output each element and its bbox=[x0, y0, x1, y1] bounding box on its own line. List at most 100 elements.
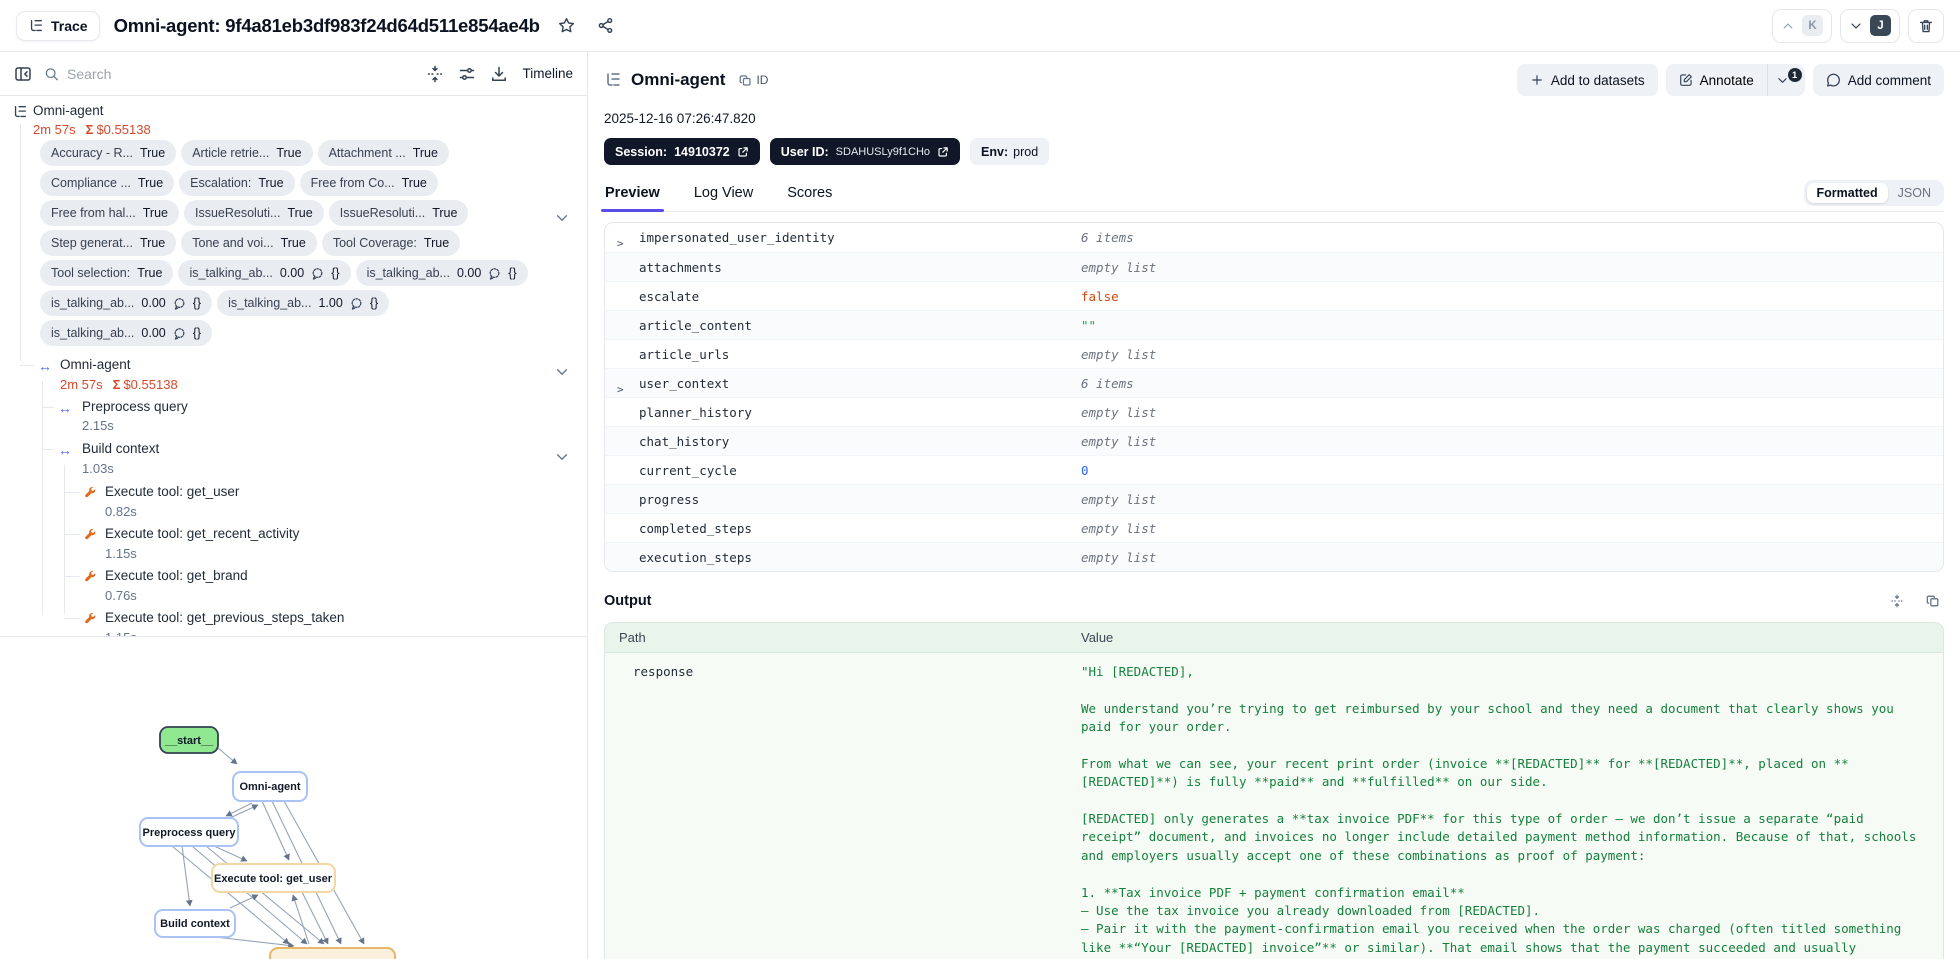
score-badge[interactable]: is_talking_ab... 0.00 {} bbox=[40, 320, 213, 346]
score-badge[interactable]: is_talking_ab... 0.00 {} bbox=[178, 260, 351, 286]
score-badge[interactable]: Step generat... True bbox=[40, 230, 177, 256]
search-box bbox=[44, 65, 415, 82]
span-preprocess-query[interactable]: Preprocess query bbox=[82, 399, 188, 414]
score-badge[interactable]: Escalation: True bbox=[179, 170, 295, 196]
score-badge[interactable]: Free from hal... True bbox=[40, 200, 179, 226]
input-preview-table: > impersonated_user_identity 6 items atta… bbox=[604, 222, 1944, 572]
trace-title: Omni-agent: 9f4a81eb3df983f24d64d511e854… bbox=[113, 14, 540, 36]
expand-output-button[interactable] bbox=[1886, 590, 1908, 612]
chevron-down-icon bbox=[1851, 22, 1861, 29]
score-badge[interactable]: Tool selection: True bbox=[40, 260, 174, 286]
span-duration: 0.82s bbox=[105, 504, 137, 519]
expand-row-chevron[interactable]: > bbox=[617, 237, 624, 250]
annotate-pencil-icon bbox=[1679, 74, 1692, 86]
prev-trace-button[interactable]: K bbox=[1772, 8, 1832, 43]
output-value: "Hi [REDACTED], We understand you’re try… bbox=[1081, 664, 1917, 959]
score-badge[interactable]: is_talking_ab... 1.00 {} bbox=[217, 290, 390, 316]
tree-guide bbox=[64, 465, 65, 614]
annotate-button[interactable]: Annotate bbox=[1666, 64, 1767, 96]
collapse-span-chevron[interactable] bbox=[552, 362, 572, 382]
annotate-count-badge: 1 bbox=[1787, 68, 1802, 82]
graph-node-label: Execute tool: get_user bbox=[214, 873, 333, 885]
comment-bubble-icon bbox=[1826, 73, 1840, 87]
search-icon bbox=[45, 67, 58, 80]
tree-guide bbox=[64, 576, 80, 577]
graph-node-omni-agent[interactable]: Omni-agent bbox=[232, 771, 308, 802]
score-badge[interactable]: Free from Co... True bbox=[299, 170, 438, 196]
collapse-sidebar-button[interactable] bbox=[12, 63, 34, 85]
output-col-path: Path bbox=[619, 630, 646, 645]
table-row: completed_steps empty list bbox=[605, 513, 1943, 542]
external-link-icon bbox=[738, 146, 748, 157]
graph-node-execute-tool-get-user[interactable]: Execute tool: get_user bbox=[211, 863, 336, 893]
score-badge[interactable]: Attachment ... True bbox=[317, 140, 449, 166]
score-badge[interactable]: is_talking_ab... 0.00 {} bbox=[355, 260, 528, 286]
score-badge[interactable]: Accuracy - R... True bbox=[40, 140, 177, 166]
format-toggle-json[interactable]: JSON bbox=[1888, 183, 1941, 203]
table-row: attachments empty list bbox=[605, 252, 1943, 281]
tab-log-view[interactable]: Log View bbox=[693, 185, 754, 211]
root-cost: $0.55138 bbox=[96, 122, 151, 137]
unfold-vertical-icon bbox=[428, 65, 443, 82]
add-to-datasets-button[interactable]: Add to datasets bbox=[1516, 64, 1658, 96]
score-badges: Accuracy - R... True Article retrie... Tru… bbox=[40, 140, 564, 350]
output-heading: Output bbox=[604, 593, 652, 609]
copy-icon bbox=[740, 74, 752, 86]
collapse-all-button[interactable] bbox=[424, 63, 446, 85]
format-toggle-formatted[interactable]: Formatted bbox=[1806, 183, 1888, 203]
download-icon bbox=[492, 66, 507, 81]
search-input[interactable] bbox=[67, 65, 415, 82]
score-badge[interactable]: Compliance ... True bbox=[40, 170, 175, 196]
score-badge[interactable]: is_talking_ab... 0.00 {} bbox=[40, 290, 213, 316]
score-badge[interactable]: IssueResoluti... True bbox=[328, 200, 469, 226]
left-right-arrow-icon: ↔ bbox=[58, 400, 72, 416]
collapse-scores-chevron[interactable] bbox=[552, 208, 572, 228]
expand-row-chevron[interactable]: > bbox=[617, 383, 624, 396]
list-tree-icon bbox=[30, 19, 42, 31]
tab-scores[interactable]: Scores bbox=[786, 185, 833, 211]
span-build-context[interactable]: Build context bbox=[82, 441, 159, 456]
annotate-dropdown-button[interactable]: 1 bbox=[1766, 64, 1805, 96]
graph-node-preprocess-query[interactable]: Preprocess query bbox=[139, 817, 239, 847]
tab-preview[interactable]: Preview bbox=[601, 185, 664, 212]
unfold-vertical-icon bbox=[1891, 594, 1903, 608]
timeline-toggle[interactable]: Timeline bbox=[520, 64, 575, 83]
chevron-down-icon bbox=[556, 215, 568, 221]
session-badge[interactable]: Session: 14910372 bbox=[604, 138, 760, 165]
graph-node-start[interactable]: __start__ bbox=[159, 726, 219, 754]
span-duration: 1.15s bbox=[105, 546, 137, 561]
add-comment-button[interactable]: Add comment bbox=[1812, 64, 1944, 96]
span-omni-agent[interactable]: Omni-agent bbox=[60, 357, 131, 372]
view-settings-button[interactable] bbox=[456, 63, 478, 85]
score-badge[interactable]: Tool Coverage: True bbox=[321, 230, 461, 256]
share-button[interactable] bbox=[593, 13, 618, 38]
table-row: progress empty list bbox=[605, 484, 1943, 513]
next-trace-button[interactable]: J bbox=[1840, 8, 1900, 43]
observation-title: Omni-agent bbox=[631, 70, 726, 89]
trace-chip-label: Trace bbox=[51, 17, 88, 34]
copy-output-button[interactable] bbox=[1922, 590, 1944, 612]
wrench-icon bbox=[84, 528, 97, 541]
chevron-down-icon bbox=[556, 369, 568, 375]
root-duration: 2m 57s bbox=[33, 122, 76, 137]
bookmark-star-button[interactable] bbox=[554, 13, 579, 38]
kbd-j: J bbox=[1870, 15, 1891, 36]
span-tool-get-recent-activity[interactable]: Execute tool: get_recent_activity bbox=[105, 526, 299, 541]
span-tool-get-brand[interactable]: Execute tool: get_brand bbox=[105, 568, 248, 583]
left-right-arrow-icon: ↔ bbox=[38, 358, 52, 374]
span-duration: 2.15s bbox=[82, 418, 114, 433]
copy-id-chip[interactable]: ID bbox=[739, 73, 768, 87]
top-bar: Trace Omni-agent: 9f4a81eb3df983f24d64d5… bbox=[0, 0, 1960, 52]
delete-trace-button[interactable] bbox=[1908, 8, 1944, 43]
score-badge[interactable]: Tone and voi... True bbox=[181, 230, 317, 256]
download-button[interactable] bbox=[488, 63, 510, 85]
span-tool-get-user[interactable]: Execute tool: get_user bbox=[105, 484, 239, 499]
collapse-span-chevron[interactable] bbox=[552, 447, 572, 467]
score-badge[interactable]: IssueResoluti... True bbox=[184, 200, 324, 226]
graph-node-build-context[interactable]: Build context bbox=[154, 909, 236, 938]
tree-root-trace[interactable]: Omni-agent bbox=[33, 103, 104, 118]
user-id-badge[interactable]: User ID: SDAHUSLy9f1CHo bbox=[769, 138, 961, 165]
span-tool-get-previous-steps-taken[interactable]: Execute tool: get_previous_steps_taken bbox=[105, 610, 344, 625]
score-badge[interactable]: Article retrie... True bbox=[181, 140, 313, 166]
graph-node-partial[interactable] bbox=[269, 947, 396, 959]
